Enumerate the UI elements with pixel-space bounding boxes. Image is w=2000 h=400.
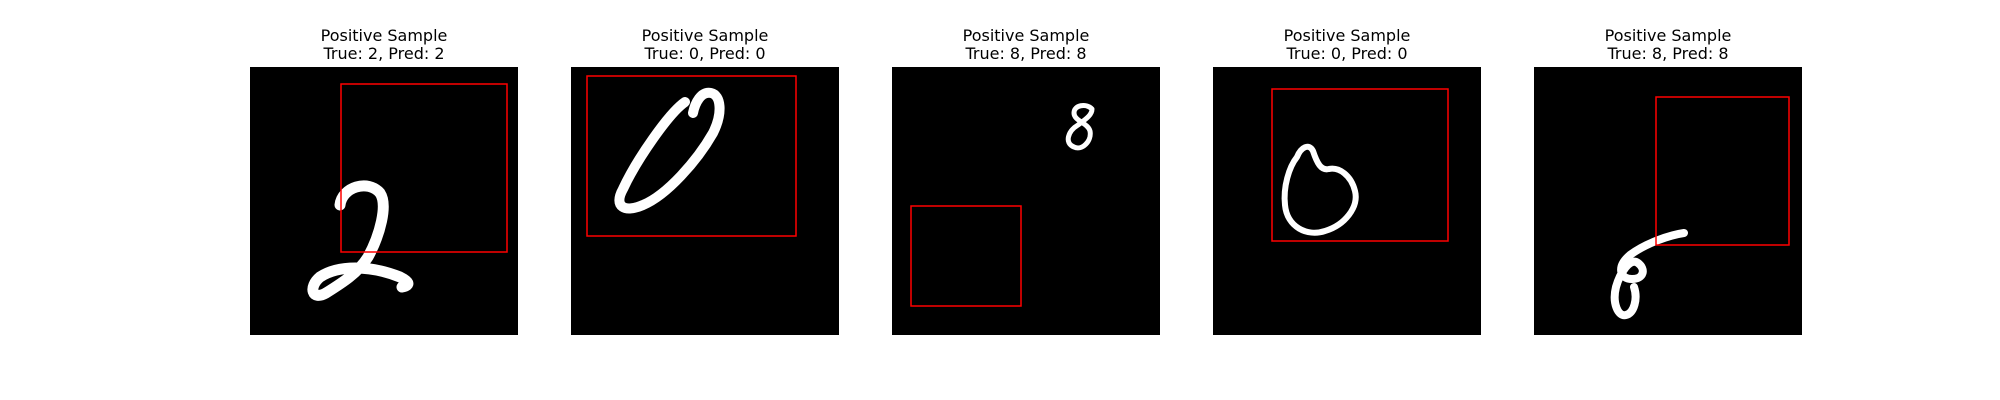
panel-subtitle: True: 8, Pred: 8 <box>1607 44 1729 63</box>
digit-image <box>1534 67 1802 335</box>
panel-subtitle: True: 2, Pred: 2 <box>323 44 445 63</box>
digit-image <box>892 67 1160 335</box>
sample-panel: Positive Sample True: 0, Pred: 0 <box>1213 26 1481 335</box>
image-background <box>892 67 1160 335</box>
panel-subtitle: True: 0, Pred: 0 <box>1286 44 1408 63</box>
panel-title: Positive Sample <box>962 26 1090 45</box>
sample-panel: Positive Sample True: 0, Pred: 0 <box>571 26 839 335</box>
image-background <box>1534 67 1802 335</box>
digit-image <box>1213 67 1481 335</box>
panel-title: Positive Sample <box>1604 26 1732 45</box>
sample-panel: Positive Sample True: 8, Pred: 8 <box>1534 26 1802 335</box>
digit-image <box>250 67 518 335</box>
panel-title: Positive Sample <box>1283 26 1411 45</box>
panel-title: Positive Sample <box>320 26 448 45</box>
image-background <box>571 67 839 335</box>
sample-panel: Positive Sample True: 2, Pred: 2 <box>250 26 518 335</box>
sample-panel: Positive Sample True: 8, Pred: 8 <box>892 26 1160 335</box>
panel-title: Positive Sample <box>641 26 769 45</box>
image-background <box>1213 67 1481 335</box>
digit-image <box>571 67 839 335</box>
panel-subtitle: True: 0, Pred: 0 <box>644 44 766 63</box>
panel-subtitle: True: 8, Pred: 8 <box>965 44 1087 63</box>
